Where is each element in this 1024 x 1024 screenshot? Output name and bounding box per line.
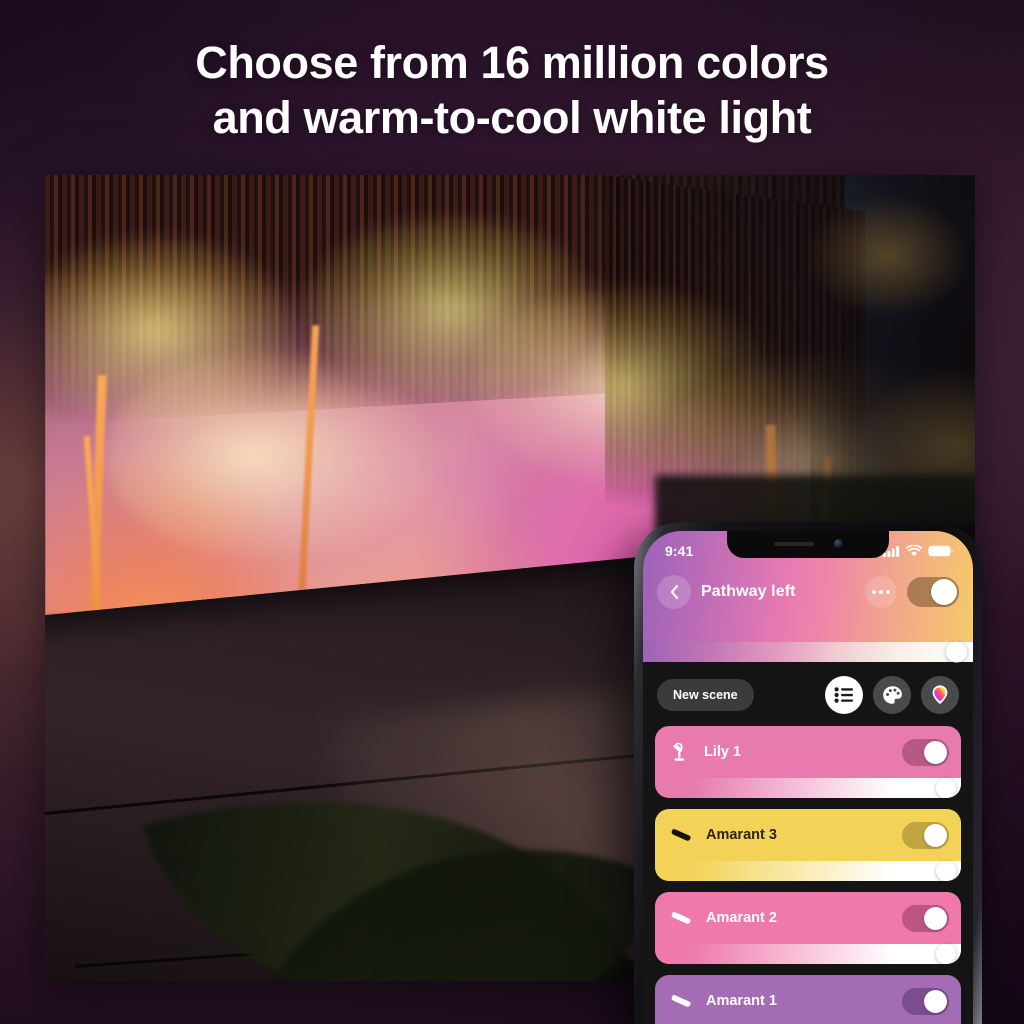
phone-screen: 9:41 Pathway left New scene Lily 1 Amara… [643,531,973,1024]
wifi-icon [906,545,922,557]
light-card[interactable]: Lily 1 [655,726,961,798]
room-brightness-slider-knob[interactable] [946,641,967,663]
light-brightness-slider[interactable] [655,861,961,881]
light-name: Lily 1 [704,744,742,760]
app-toolbar: New scene [643,662,973,726]
light-brightness-slider-knob[interactable] [936,861,956,881]
palette-icon [882,685,903,706]
color-picker-button[interactable] [921,676,959,714]
status-time: 9:41 [665,543,694,559]
battery-icon [928,545,953,557]
light-bar-icon [669,910,693,926]
new-scene-button[interactable]: New scene [657,679,754,711]
light-brightness-slider-knob[interactable] [936,944,956,964]
page-title: Choose from 16 million colors and warm-t… [0,36,1024,146]
earpiece-speaker-icon [773,541,814,546]
light-card[interactable]: Amarant 3 [655,809,961,881]
chevron-left-icon [669,584,680,600]
light-name: Amarant 1 [706,993,777,1009]
light-card-header: Amarant 2 [655,892,961,944]
list-view-button[interactable] [825,676,863,714]
room-brightness-slider[interactable] [643,641,973,663]
light-name: Amarant 3 [706,827,777,843]
light-power-toggle-knob [924,740,947,764]
light-card[interactable]: Amarant 1 [655,975,961,1024]
headline-line-1: Choose from 16 million colors [195,37,829,88]
phone-mockup: 9:41 Pathway left New scene Lily 1 Amara… [634,522,982,1024]
app-header-row: Pathway left [643,565,973,617]
room-power-toggle[interactable] [907,577,959,607]
light-brightness-slider[interactable] [655,778,961,798]
front-camera-icon [833,539,843,548]
light-card-header: Amarant 1 [655,975,961,1024]
light-card-header: Lily 1 [655,726,961,778]
ellipsis-icon-dot-3 [886,590,890,594]
light-bar-icon [669,993,693,1009]
color-drop-icon [930,684,950,706]
light-power-toggle[interactable] [902,904,949,932]
light-power-toggle[interactable] [902,821,949,849]
ellipsis-icon-dot-2 [879,590,883,594]
light-card-header: Amarant 3 [655,809,961,861]
lights-list: Lily 1 Amarant 3 Amarant 2 Amarant 1 [643,726,973,1024]
more-options-button[interactable] [865,576,897,608]
back-button[interactable] [657,575,691,609]
light-bar-icon [669,827,693,843]
light-power-toggle[interactable] [902,987,949,1015]
light-brightness-slider[interactable] [655,944,961,964]
list-icon [834,687,854,703]
light-brightness-slider-knob[interactable] [936,778,956,798]
headline-line-2: and warm-to-cool white light [212,91,812,143]
light-power-toggle-knob [924,906,947,930]
phone-notch [727,531,889,558]
promo-background: Choose from 16 million colors and warm-t… [0,0,1024,1024]
status-icons [883,545,953,557]
room-title: Pathway left [701,583,796,600]
light-card[interactable]: Amarant 2 [655,892,961,964]
light-power-toggle-knob [924,823,947,847]
light-name: Amarant 2 [706,910,777,926]
scenes-button[interactable] [873,676,911,714]
spotlight-icon [669,742,691,763]
room-power-toggle-knob [931,579,957,605]
light-power-toggle-knob [924,989,947,1013]
light-power-toggle[interactable] [902,738,949,766]
ellipsis-icon-dot-1 [872,590,876,594]
